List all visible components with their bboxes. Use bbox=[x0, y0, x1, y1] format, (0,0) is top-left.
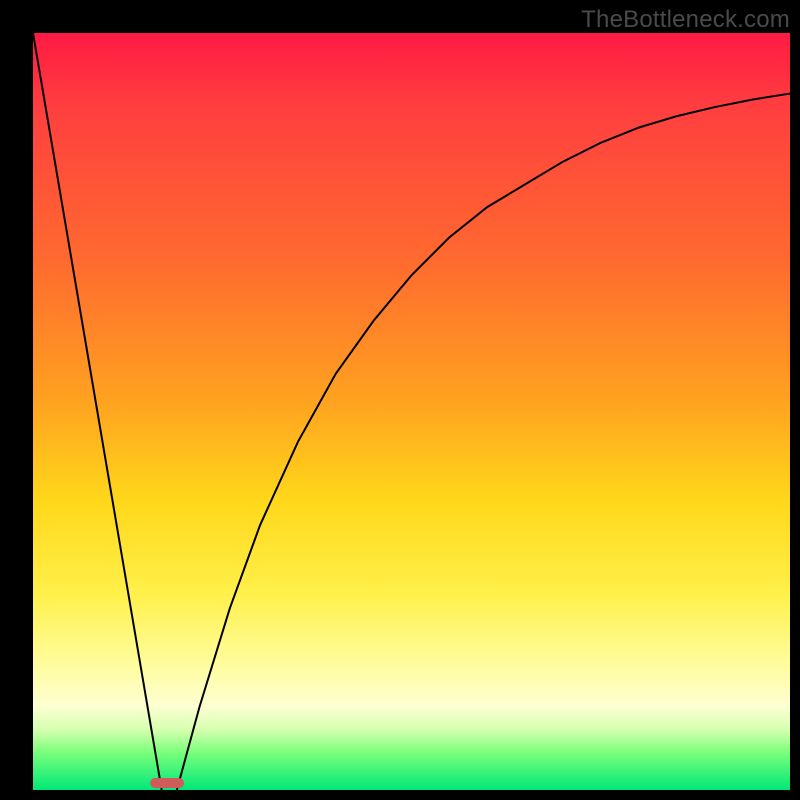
curve-left-branch bbox=[33, 33, 162, 790]
plot-area bbox=[33, 33, 790, 790]
optimal-marker bbox=[150, 778, 184, 788]
curve-right-branch bbox=[177, 94, 790, 790]
curve-layer bbox=[33, 33, 790, 790]
chart-frame: TheBottleneck.com bbox=[0, 0, 800, 800]
watermark-text: TheBottleneck.com bbox=[581, 6, 790, 34]
